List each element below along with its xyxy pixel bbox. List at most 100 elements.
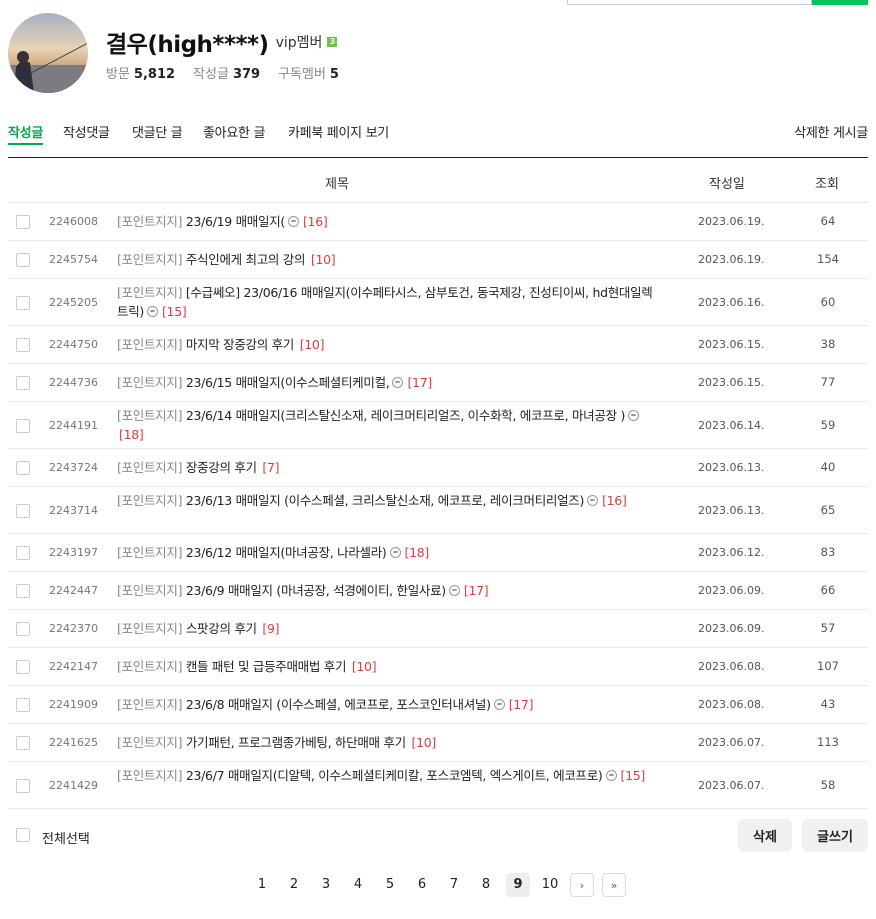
page-link[interactable]: 7: [442, 873, 466, 897]
post-title[interactable]: [포인트지지] 캔들 패턴 및 급등주매매법 후기 [10]: [117, 657, 657, 676]
post-title-text[interactable]: 23/6/13 매매일지 (이수스페셜, 크리스탈신소재, 에코프로, 레이크머…: [186, 493, 585, 508]
post-list: 2246008 [포인트지지] 23/6/19 매매일지([16] 2023.06.…: [8, 203, 868, 809]
comment-count[interactable]: [16]: [602, 493, 627, 508]
post-title[interactable]: [포인트지지] 장중강의 후기 [7]: [117, 458, 657, 477]
select-all-checkbox[interactable]: [16, 828, 30, 842]
post-title[interactable]: [포인트지지] 23/6/8 매매일지 (이수스페셜, 에코프로, 포스코인터내…: [117, 695, 657, 714]
post-category: [포인트지지]: [117, 337, 183, 352]
stat-subscribers[interactable]: 구독멤버 5: [278, 63, 339, 82]
post-title-text[interactable]: 주식인에게 최고의 강의: [186, 252, 306, 267]
post-title-text[interactable]: 마지막 장중강의 후기: [186, 337, 294, 352]
post-views: 66: [820, 583, 836, 597]
post-title-text[interactable]: 장중강의 후기: [186, 460, 257, 475]
tab-commented-posts[interactable]: 댓글단 글: [132, 122, 183, 141]
page-link[interactable]: 2: [282, 873, 306, 897]
page-link[interactable]: 5: [378, 873, 402, 897]
row-checkbox[interactable]: [16, 698, 30, 712]
post-title-text[interactable]: [수급쎄오] 23/06/16 매매일지(이수페타시스, 삼부토건, 동국제강,…: [117, 285, 653, 319]
row-checkbox[interactable]: [16, 461, 30, 475]
post-title[interactable]: [포인트지지] 스팟강의 후기 [9]: [117, 619, 657, 638]
row-checkbox[interactable]: [16, 660, 30, 674]
tab-posts[interactable]: 작성글: [8, 122, 43, 145]
post-title[interactable]: [포인트지지] 23/6/19 매매일지([16]: [117, 212, 657, 231]
post-title[interactable]: [포인트지지] 23/6/12 매매일지(마녀공장, 나라셀라) [18]: [117, 543, 657, 562]
row-checkbox[interactable]: [16, 584, 30, 598]
post-title-text[interactable]: 23/6/14 매매일지(크리스탈신소재, 레이크머티리얼즈, 이수화학, 에코…: [186, 408, 625, 423]
post-title-text[interactable]: 23/6/15 매매일지(이수스페셜티케미컬,: [186, 375, 390, 390]
post-title[interactable]: [포인트지지] 마지막 장중강의 후기 [10]: [117, 335, 657, 354]
tab-comments[interactable]: 작성댓글: [63, 122, 110, 141]
comment-count[interactable]: [18]: [119, 427, 144, 442]
page-link[interactable]: 9: [506, 873, 530, 897]
comment-count[interactable]: [10]: [300, 337, 325, 352]
post-title[interactable]: [포인트지지] 가기패턴, 프로그램종가베팅, 하단매매 후기 [10]: [117, 733, 657, 752]
post-number: 2243197: [49, 546, 98, 559]
post-title-text[interactable]: 23/6/9 매매일지 (마녀공장, 석경에이티, 한일사료): [186, 583, 446, 598]
avatar[interactable]: [8, 13, 88, 93]
write-button[interactable]: 글쓰기: [802, 819, 868, 852]
post-date: 2023.06.16.: [698, 295, 765, 309]
comment-count[interactable]: [16]: [303, 214, 328, 229]
page-last-button[interactable]: »: [602, 873, 626, 897]
post-number: 2242370: [49, 622, 98, 635]
comment-icon: [389, 547, 401, 558]
comment-count[interactable]: [10]: [352, 659, 377, 674]
comment-count[interactable]: [7]: [262, 460, 279, 475]
page-link[interactable]: 6: [410, 873, 434, 897]
row-checkbox[interactable]: [16, 376, 30, 390]
row-checkbox[interactable]: [16, 338, 30, 352]
profile-name: 결우(high****): [106, 32, 269, 58]
post-number: 2244750: [49, 338, 98, 351]
tab-cafebook[interactable]: 카페북 페이지 보기: [288, 122, 389, 141]
row-checkbox[interactable]: [16, 215, 30, 229]
post-title[interactable]: [포인트지지] [수급쎄오] 23/06/16 매매일지(이수페타시스, 삼부토…: [117, 283, 657, 321]
row-checkbox[interactable]: [16, 503, 30, 518]
top-search-button[interactable]: [812, 0, 868, 5]
post-title[interactable]: [포인트지지] 23/6/14 매매일지(크리스탈신소재, 레이크머티리얼즈, …: [117, 406, 657, 444]
page-link[interactable]: 8: [474, 873, 498, 897]
comment-count[interactable]: [17]: [509, 697, 534, 712]
page-link[interactable]: 10: [538, 873, 562, 897]
table-row: 2241429 [포인트지지] 23/6/7 매매일지(디알텍, 이수스페셜티케미…: [8, 762, 868, 809]
comment-count[interactable]: [9]: [262, 621, 279, 636]
comment-count[interactable]: [10]: [311, 252, 336, 267]
comment-count[interactable]: [15]: [621, 768, 646, 783]
comment-count[interactable]: [10]: [412, 735, 437, 750]
post-number: 2242447: [49, 584, 98, 597]
comment-count[interactable]: [15]: [162, 304, 187, 319]
select-all-label[interactable]: 전체선택: [42, 828, 90, 847]
post-title-text[interactable]: 23/6/7 매매일지(디알텍, 이수스페셜티케미칼, 포스코엠텍, 엑스게이트…: [186, 768, 603, 783]
post-title[interactable]: [포인트지지] 23/6/15 매매일지(이수스페셜티케미컬, [17]: [117, 373, 657, 392]
row-checkbox[interactable]: [16, 418, 30, 433]
tab-liked-posts[interactable]: 좋아요한 글: [203, 122, 265, 141]
row-checkbox[interactable]: [16, 546, 30, 560]
row-checkbox[interactable]: [16, 622, 30, 636]
post-category: [포인트지지]: [117, 375, 183, 390]
post-title-text[interactable]: 스팟강의 후기: [186, 621, 257, 636]
comment-count[interactable]: [18]: [405, 545, 430, 560]
row-checkbox[interactable]: [16, 736, 30, 750]
row-checkbox[interactable]: [16, 253, 30, 267]
row-checkbox[interactable]: [16, 778, 30, 793]
delete-button[interactable]: 삭제: [738, 819, 792, 852]
post-title-text[interactable]: 캔들 패턴 및 급등주매매법 후기: [186, 659, 347, 674]
page-link[interactable]: 3: [314, 873, 338, 897]
post-title[interactable]: [포인트지지] 주식인에게 최고의 강의 [10]: [117, 250, 657, 269]
post-title-text[interactable]: 23/6/12 매매일지(마녀공장, 나라셀라): [186, 545, 387, 560]
table-row: 2245205 [포인트지지] [수급쎄오] 23/06/16 매매일지(이수페타…: [8, 279, 868, 326]
row-checkbox[interactable]: [16, 295, 30, 310]
post-title-text[interactable]: 가기패턴, 프로그램종가베팅, 하단매매 후기: [186, 735, 406, 750]
post-title[interactable]: [포인트지지] 23/6/7 매매일지(디알텍, 이수스페셜티케미칼, 포스코엠…: [117, 766, 657, 785]
page-link[interactable]: 4: [346, 873, 370, 897]
page-next-button[interactable]: ›: [570, 873, 594, 897]
activity-tabs: 작성글 작성댓글 댓글단 글 좋아요한 글 카페북 페이지 보기 삭제한 게시글: [8, 122, 868, 158]
post-title-text[interactable]: 23/6/8 매매일지 (이수스페셜, 에코프로, 포스코인터내셔널): [186, 697, 491, 712]
deleted-posts-link[interactable]: 삭제한 게시글: [794, 122, 868, 141]
top-search-input[interactable]: [567, 0, 812, 5]
post-title[interactable]: [포인트지지] 23/6/9 매매일지 (마녀공장, 석경에이티, 한일사료) […: [117, 581, 657, 600]
comment-count[interactable]: [17]: [407, 375, 432, 390]
post-title[interactable]: [포인트지지] 23/6/13 매매일지 (이수스페셜, 크리스탈신소재, 에코…: [117, 491, 657, 510]
post-title-text[interactable]: 23/6/19 매매일지(: [186, 214, 285, 229]
page-link[interactable]: 1: [250, 873, 274, 897]
comment-count[interactable]: [17]: [464, 583, 489, 598]
